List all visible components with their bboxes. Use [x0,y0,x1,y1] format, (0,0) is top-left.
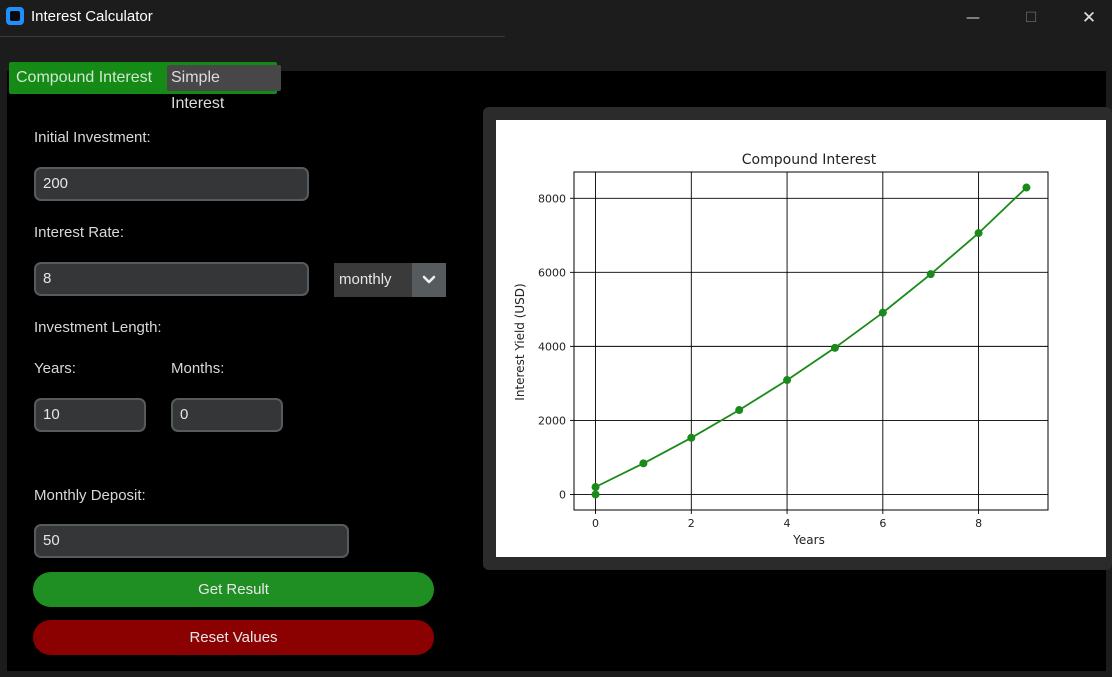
y-axis-label: Interest Yield (USD) [513,283,527,400]
compound-interest-chart: 0 2 4 6 8 0 2000 4000 6000 8000 Compound Interest… [496,120,1106,557]
y-tick-label: 2000 [538,414,566,427]
dropdown-arrow-button[interactable] [412,263,446,297]
tab-bar: Compound Interest Simple Interest [9,62,281,112]
y-tick-label: 4000 [538,340,566,353]
close-button[interactable]: ✕ [1060,0,1112,36]
rate-period-dropdown[interactable]: monthly [334,263,446,297]
data-point [639,459,648,468]
chart-title: Compound Interest [742,152,877,168]
y-tick-label: 8000 [538,192,566,205]
x-axis-label: Years [792,533,825,547]
years-input[interactable]: 10 [34,398,146,432]
title-divider [0,36,505,37]
tab-compound-interest[interactable]: Compound Interest [12,65,160,91]
minimize-button[interactable]: — [944,0,1002,36]
months-input[interactable]: 0 [171,398,283,432]
data-point [830,343,839,352]
initial-investment-label: Initial Investment: [34,129,151,146]
get-result-button[interactable]: Get Result [33,572,434,607]
chevron-down-icon [422,275,436,284]
data-point [1022,183,1031,192]
data-point [687,433,696,442]
tab-simple-interest[interactable]: Simple Interest [167,65,281,112]
months-label: Months: [171,360,225,377]
interest-rate-label: Interest Rate: [34,224,125,241]
data-point [591,483,600,492]
x-tick-label: 8 [975,517,982,530]
data-point [591,490,600,499]
y-tick-label: 6000 [538,266,566,279]
title-bar: Interest Calculator — ☐ ✕ [0,0,1112,36]
maximize-button[interactable]: ☐ [1002,0,1060,36]
initial-investment-input[interactable]: 200 [34,167,309,201]
data-point [735,406,744,415]
y-tick-label: 0 [559,488,566,501]
x-tick-label: 2 [688,517,695,530]
reset-values-button[interactable]: Reset Values [33,620,434,655]
interest-rate-input[interactable]: 8 [34,262,309,296]
data-point [783,376,792,385]
app-icon [6,7,24,25]
years-label: Years: [34,360,76,377]
rate-period-value: monthly [339,271,392,288]
x-tick-label: 4 [784,517,791,530]
investment-length-label: Investment Length: [34,319,162,336]
monthly-deposit-input[interactable]: 50 [34,524,349,558]
data-point [974,229,983,238]
monthly-deposit-label: Monthly Deposit: [34,487,146,504]
data-point [878,308,887,317]
x-tick-label: 0 [592,517,599,530]
window-title: Interest Calculator [31,8,153,25]
app-window: Interest Calculator — ☐ ✕ Compound Inter… [0,0,1112,677]
x-tick-label: 6 [879,517,886,530]
chart-canvas: 0 2 4 6 8 0 2000 4000 6000 8000 Compound Interest… [496,120,1106,557]
data-point [926,270,935,279]
